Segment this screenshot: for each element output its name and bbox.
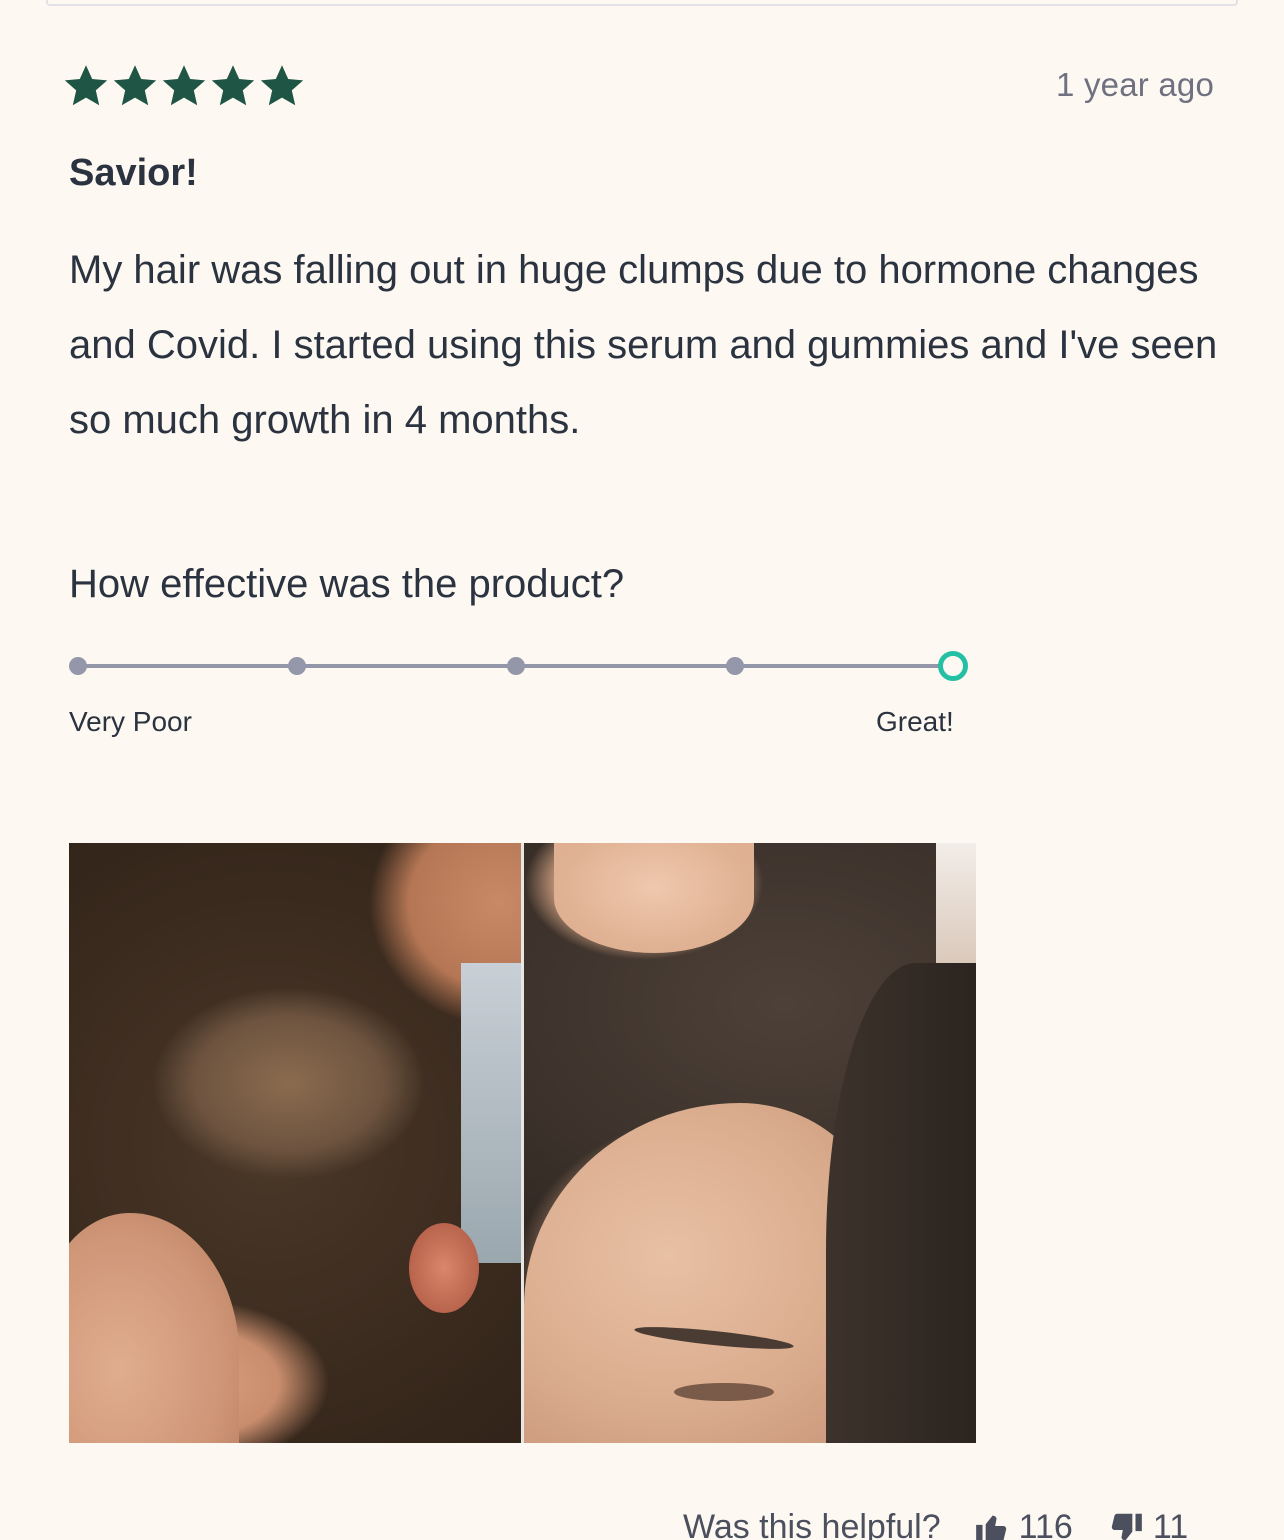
thumbs-up-count: 116 [1018,1508,1073,1540]
review-body: My hair was falling out in huge clumps d… [69,248,1218,442]
scale-step-5-selected [938,651,968,681]
effectiveness-scale [69,650,971,682]
thumbs-up-icon [975,1514,1006,1540]
star-rating [62,62,306,110]
scale-step-3 [507,657,525,675]
thumbs-down-icon [1111,1513,1142,1540]
star-icon [160,62,208,110]
previous-card-border [46,0,1238,6]
before-photo [69,843,521,1443]
review-card: 1 year ago Savior! My hair was falling o… [0,0,1284,1540]
review-date: 1 year ago [1056,66,1214,103]
scale-low-label: Very Poor [69,706,192,737]
helpful-question: Was this helpful? [683,1508,941,1540]
effectiveness-question: How effective was the product? [69,562,625,606]
star-icon [258,62,306,110]
star-icon [111,62,159,110]
after-photo [524,843,976,1443]
thumbs-down-button[interactable]: 11 [1107,1508,1188,1540]
scale-high-label: Great! [876,706,954,737]
thumbs-down-count: 11 [1152,1508,1189,1540]
review-photo[interactable] [69,843,976,1443]
scale-step-1 [69,657,87,675]
star-icon [209,62,257,110]
review-title: Savior! [69,152,198,194]
scale-step-2 [288,657,306,675]
star-icon [62,62,110,110]
thumbs-up-button[interactable]: 116 [973,1508,1073,1540]
helpful-row: Was this helpful? 116 11 [683,1508,1188,1540]
scale-step-4 [726,657,744,675]
